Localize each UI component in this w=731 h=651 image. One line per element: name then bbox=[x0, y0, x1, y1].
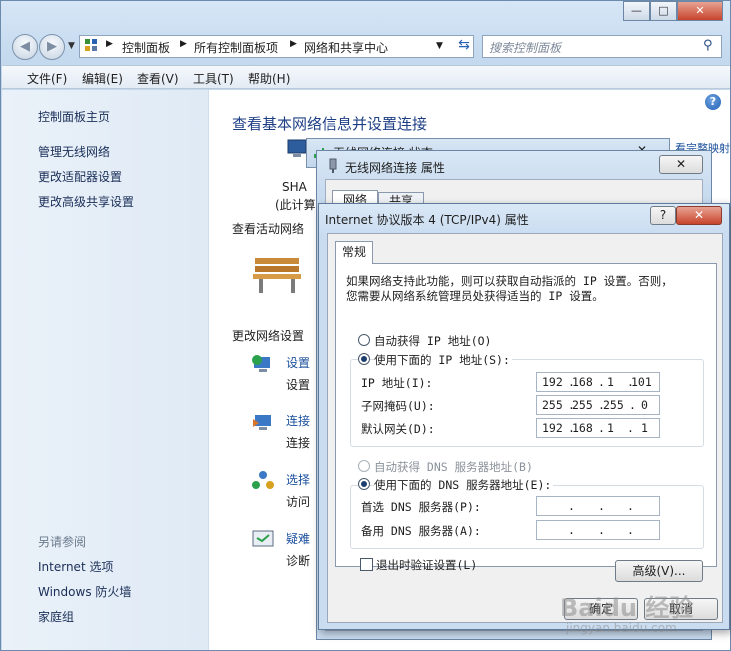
active-networks-label: 查看活动网络 bbox=[232, 222, 305, 236]
sidebar-link-internet-options[interactable]: Internet 选项 bbox=[38, 558, 113, 575]
general-tab-panel: 如果网络支持此功能，则可以获取自动指派的 IP 设置。否则， 您需要从网络系统管… bbox=[335, 263, 717, 567]
subnet-mask-field[interactable]: 255. 255. 255. 0 bbox=[536, 395, 660, 415]
menu-file[interactable]: 文件(F) bbox=[27, 70, 67, 87]
ipv4-help-button[interactable]: ? bbox=[650, 206, 676, 225]
preferred-dns-label: 首选 DNS 服务器(P): bbox=[361, 500, 481, 514]
preferred-dns-field[interactable]: ... bbox=[536, 496, 660, 516]
auto-ip-radio[interactable] bbox=[358, 334, 370, 346]
close-button[interactable]: ✕ bbox=[677, 1, 723, 21]
ipv4-description: 如果网络支持此功能，则可以获取自动指派的 IP 设置。否则， 您需要从网络系统管… bbox=[346, 274, 673, 303]
task-setup-desc: 设置 bbox=[286, 378, 311, 392]
minimize-button[interactable]: — bbox=[623, 1, 650, 21]
breadcrumb-all-items[interactable]: 所有控制面板项 bbox=[194, 39, 278, 56]
validate-on-exit-label[interactable]: 退出时验证设置(L) bbox=[376, 557, 477, 573]
search-icon[interactable]: ⚲ bbox=[703, 38, 713, 53]
refresh-icon[interactable]: ⇆ bbox=[452, 37, 476, 57]
ipv4-close-button[interactable]: ✕ bbox=[676, 206, 722, 225]
sidebar-link-sharing-settings[interactable]: 更改高级共享设置 bbox=[38, 193, 134, 210]
manual-ip-radio[interactable] bbox=[358, 353, 370, 365]
watermark-url: jingyan.baidu.com bbox=[566, 621, 677, 635]
see-also-heading: 另请参阅 bbox=[38, 535, 87, 549]
ip-address-field[interactable]: 192. 168. 1. 101 bbox=[536, 372, 660, 392]
alternate-dns-field[interactable]: ... bbox=[536, 520, 660, 540]
ipv4-properties-dialog: Internet 协议版本 4 (TCP/IPv4) 属性 ? ✕ 常规 如果网… bbox=[318, 203, 730, 630]
sidebar-link-firewall[interactable]: Windows 防火墙 bbox=[38, 583, 131, 600]
manual-dns-radio[interactable] bbox=[358, 478, 370, 490]
setup-connection-icon bbox=[251, 354, 275, 379]
task-troubleshoot-link[interactable]: 疑难 bbox=[286, 530, 310, 547]
task-setup-link[interactable]: 设置 bbox=[286, 354, 310, 371]
search-input[interactable]: 搜索控制面板 ⚲ bbox=[482, 35, 722, 58]
address-dropdown-icon[interactable]: ▼ bbox=[436, 41, 443, 51]
task-connect-desc: 连接 bbox=[286, 436, 311, 450]
bench-icon bbox=[251, 250, 303, 297]
subnet-mask-label: 子网掩码(U): bbox=[361, 399, 435, 413]
ipv4-dialog-title: Internet 协议版本 4 (TCP/IPv4) 属性 bbox=[325, 213, 529, 227]
task-homegroup-link[interactable]: 选择 bbox=[286, 471, 310, 488]
auto-dns-label[interactable]: 自动获得 DNS 服务器地址(B) bbox=[374, 459, 533, 475]
address-bar[interactable]: ▶ 控制面板 ▶ 所有控制面板项 ▶ 网络和共享中心 ▼ bbox=[79, 35, 474, 58]
ip-address-label: IP 地址(I): bbox=[361, 376, 433, 390]
menu-edit[interactable]: 编辑(E) bbox=[82, 70, 123, 87]
manual-dns-label[interactable]: 使用下面的 DNS 服务器地址(E): bbox=[374, 477, 554, 493]
troubleshoot-icon bbox=[251, 528, 275, 553]
wlan-dialog-title: 无线网络连接 属性 bbox=[345, 161, 445, 175]
maximize-button[interactable]: □ bbox=[650, 1, 677, 21]
ipv4-dialog-body: 常规 如果网络支持此功能，则可以获取自动指派的 IP 设置。否则， 您需要从网络… bbox=[327, 233, 723, 623]
task-troubleshoot-desc: 诊断 bbox=[286, 554, 311, 568]
watermark-logo: Baidu 经验 bbox=[560, 594, 694, 622]
default-gateway-field[interactable]: 192. 168. 1. 1 bbox=[536, 418, 660, 438]
sidebar-link-homegroup[interactable]: 家庭组 bbox=[38, 608, 74, 625]
validate-on-exit-checkbox[interactable] bbox=[360, 558, 373, 571]
computer-subtitle: (此计算 bbox=[275, 198, 316, 212]
connect-network-icon bbox=[251, 411, 275, 436]
control-panel-icon bbox=[84, 38, 98, 52]
sidebar-link-manage-wireless[interactable]: 管理无线网络 bbox=[38, 143, 110, 160]
back-button[interactable]: ◀ bbox=[12, 34, 38, 60]
menu-tools[interactable]: 工具(T) bbox=[193, 70, 234, 87]
task-connect-link[interactable]: 连接 bbox=[286, 412, 310, 429]
sidebar-link-adapter-settings[interactable]: 更改适配器设置 bbox=[38, 168, 122, 185]
sidebar: 控制面板主页 管理无线网络 更改适配器设置 更改高级共享设置 另请参阅 Inte… bbox=[2, 90, 209, 650]
default-gateway-label: 默认网关(D): bbox=[361, 422, 435, 436]
alternate-dns-label: 备用 DNS 服务器(A): bbox=[361, 524, 481, 538]
menu-bar: 文件(F) 编辑(E) 查看(V) 工具(T) 帮助(H) bbox=[2, 65, 730, 89]
task-homegroup-desc: 访问 bbox=[286, 495, 311, 509]
tab-general[interactable]: 常规 bbox=[335, 241, 373, 264]
menu-help[interactable]: 帮助(H) bbox=[248, 70, 290, 87]
recent-pages-dropdown[interactable]: ▼ bbox=[68, 41, 75, 51]
wlan-close-button[interactable]: ✕ bbox=[659, 155, 703, 174]
adapter-icon bbox=[327, 158, 339, 177]
auto-dns-radio[interactable] bbox=[358, 460, 370, 472]
change-settings-label: 更改网络设置 bbox=[232, 329, 305, 343]
sidebar-home-link[interactable]: 控制面板主页 bbox=[38, 108, 110, 125]
menu-view[interactable]: 查看(V) bbox=[137, 70, 179, 87]
advanced-button[interactable]: 高级(V)... bbox=[615, 560, 703, 582]
auto-ip-label[interactable]: 自动获得 IP 地址(O) bbox=[374, 333, 491, 349]
homegroup-icon bbox=[251, 470, 275, 495]
breadcrumb-control-panel[interactable]: 控制面板 bbox=[122, 39, 170, 56]
computer-name: SHA bbox=[282, 180, 307, 194]
breadcrumb-network-center[interactable]: 网络和共享中心 bbox=[304, 39, 388, 56]
help-icon[interactable]: ? bbox=[705, 94, 721, 110]
manual-ip-label[interactable]: 使用下面的 IP 地址(S): bbox=[374, 352, 512, 368]
page-title: 查看基本网络信息并设置连接 bbox=[232, 115, 428, 133]
forward-button[interactable]: ▶ bbox=[39, 34, 65, 60]
